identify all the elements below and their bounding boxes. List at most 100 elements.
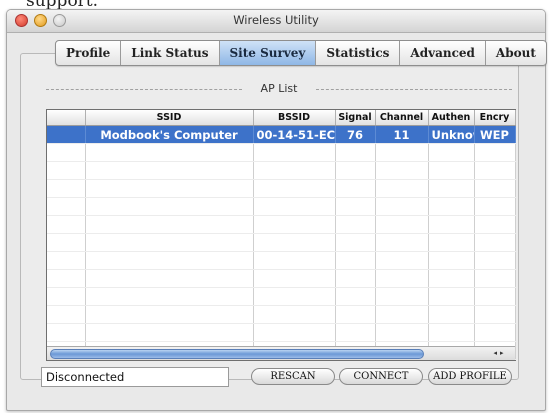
empty-cell [335,197,376,216]
cell-signal: 76 [335,125,376,144]
empty-cell [474,305,516,324]
empty-cell [375,305,429,324]
empty-table-row[interactable] [47,197,516,216]
tab-profile[interactable]: Profile [56,41,122,65]
empty-cell [253,215,336,234]
empty-cell [474,215,516,234]
empty-cell [85,251,254,270]
empty-cell [85,269,254,288]
empty-cell [85,233,254,252]
cell-channel: 11 [375,125,429,144]
connection-status-field: Disconnected [41,367,229,387]
tab-about[interactable]: About [486,41,546,65]
empty-cell [335,269,376,288]
empty-cell [428,233,475,252]
table-header-row: SSID BSSID Signal Channel Authen Encry [47,110,516,126]
empty-cell [253,179,336,198]
column-header-encry[interactable]: Encry [474,110,516,126]
empty-cell [47,287,86,306]
empty-cell [375,143,429,162]
empty-cell [85,305,254,324]
empty-table-row[interactable] [47,323,516,342]
empty-cell [253,305,336,324]
empty-cell [474,287,516,306]
ap-list-label: AP List [260,82,298,95]
empty-cell [428,287,475,306]
empty-cell [375,323,429,342]
empty-cell [335,323,376,342]
empty-cell [375,215,429,234]
divider [46,89,242,90]
empty-cell [335,161,376,180]
rescan-button[interactable]: RESCAN [251,368,335,385]
add-profile-button[interactable]: ADD PROFILE [428,368,512,385]
empty-cell [335,179,376,198]
empty-cell [47,305,86,324]
empty-cell [85,143,254,162]
empty-cell [474,161,516,180]
empty-cell [47,143,86,162]
empty-cell [474,269,516,288]
column-header-ssid[interactable]: SSID [85,110,254,126]
scroll-arrows-icon[interactable]: ◂▸ [488,348,512,358]
tab-advanced[interactable]: Advanced [400,41,486,65]
window-title: Wireless Utility [233,13,319,27]
tab-site-survey[interactable]: Site Survey [219,41,317,65]
tab-statistics[interactable]: Statistics [316,41,401,65]
empty-table-row[interactable] [47,233,516,252]
empty-cell [47,161,86,180]
empty-cell [253,161,336,180]
cell-bssid: 00-14-51-EC [253,125,336,144]
table-row[interactable]: Modbook's Computer00-14-51-EC7611Unknown… [47,125,516,144]
empty-cell [375,251,429,270]
empty-cell [474,323,516,342]
empty-cell [47,197,86,216]
empty-cell [335,143,376,162]
column-header-signal[interactable]: Signal [335,110,376,126]
empty-cell [375,269,429,288]
empty-table-row[interactable] [47,287,516,306]
empty-table-row[interactable] [47,179,516,198]
empty-cell [335,305,376,324]
empty-cell [47,179,86,198]
empty-cell [253,323,336,342]
empty-cell [47,323,86,342]
empty-cell [335,287,376,306]
empty-cell [47,233,86,252]
empty-cell [474,251,516,270]
column-header-index[interactable] [47,110,86,126]
column-header-bssid[interactable]: BSSID [253,110,336,126]
empty-cell [428,323,475,342]
ap-list-group-label: AP List [46,82,512,96]
title-bar[interactable]: Wireless Utility [7,10,545,33]
empty-table-row[interactable] [47,143,516,162]
scrollbar-thumb[interactable] [50,349,424,359]
horizontal-scrollbar[interactable]: ◂▸ [47,346,515,360]
connect-button[interactable]: CONNECT [339,368,423,385]
column-header-channel[interactable]: Channel [375,110,429,126]
empty-table-row[interactable] [47,161,516,180]
empty-cell [428,305,475,324]
empty-cell [253,233,336,252]
empty-cell [428,251,475,270]
empty-cell [253,269,336,288]
empty-cell [47,215,86,234]
cell-encry: WEP [474,125,516,144]
empty-cell [47,251,86,270]
empty-cell [253,287,336,306]
empty-cell [428,161,475,180]
empty-cell [253,251,336,270]
column-header-authen[interactable]: Authen [428,110,475,126]
empty-table-row[interactable] [47,269,516,288]
empty-table-row[interactable] [47,305,516,324]
divider [316,89,512,90]
empty-cell [474,197,516,216]
tab-bar: Profile Link Status Site Survey Statisti… [55,40,547,66]
empty-table-row[interactable] [47,215,516,234]
empty-cell [253,197,336,216]
tab-link-status[interactable]: Link Status [121,41,220,65]
empty-cell [47,269,86,288]
cell-authen: Unknown [428,125,475,144]
empty-cell [375,287,429,306]
empty-table-row[interactable] [47,251,516,270]
